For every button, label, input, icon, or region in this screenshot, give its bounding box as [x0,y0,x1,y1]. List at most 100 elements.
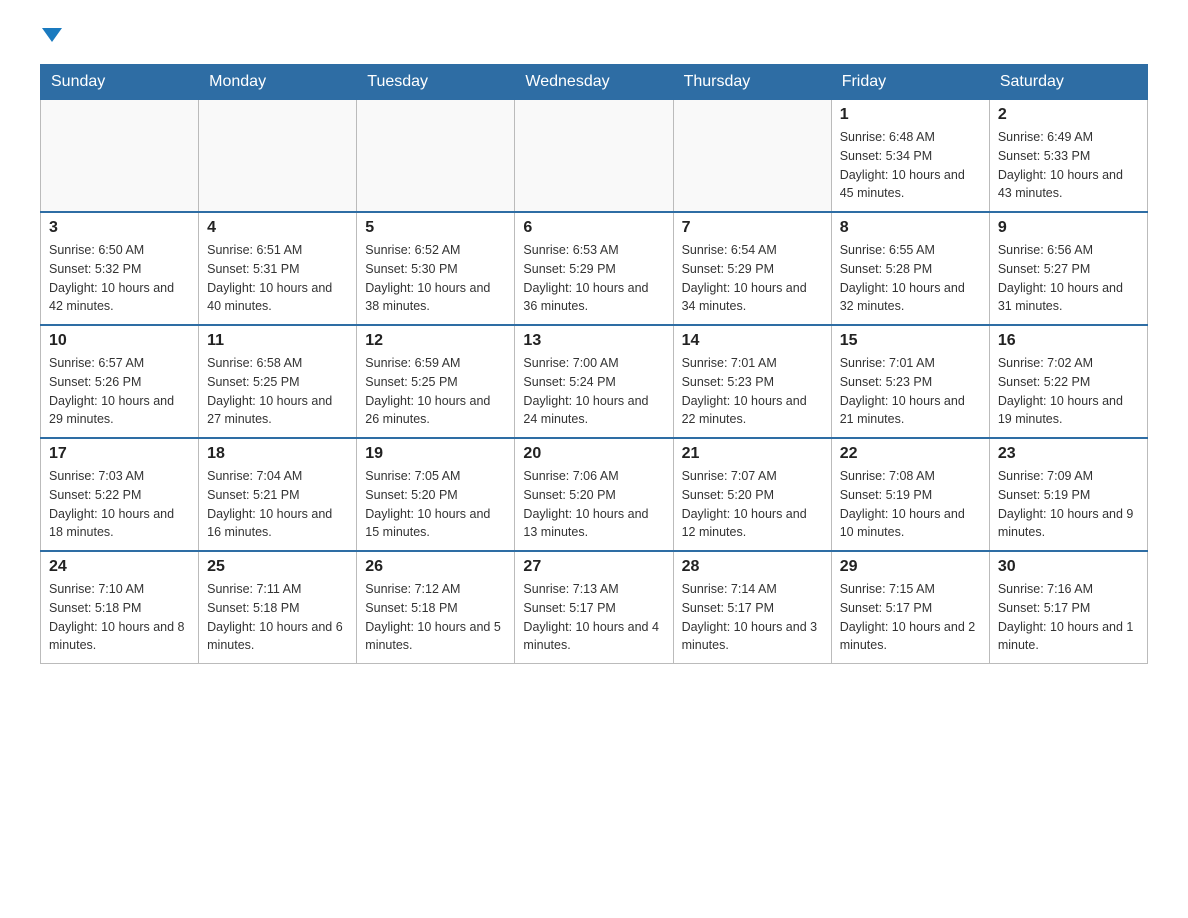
calendar-cell: 11 Sunrise: 6:58 AMSunset: 5:25 PMDayligh… [199,325,357,438]
day-info: Sunrise: 7:13 AMSunset: 5:17 PMDaylight:… [523,580,664,655]
day-info: Sunrise: 6:58 AMSunset: 5:25 PMDaylight:… [207,354,348,429]
day-number: 24 [49,558,190,576]
calendar-cell: 9 Sunrise: 6:56 AMSunset: 5:27 PMDaylight… [989,212,1147,325]
calendar-cell: 23Sunrise: 7:09 AMSunset: 5:19 PMDayligh… [989,438,1147,551]
calendar-cell: 18 Sunrise: 7:04 AMSunset: 5:21 PMDayligh… [199,438,357,551]
calendar-cell [673,100,831,213]
calendar-cell [41,100,199,213]
calendar-cell [357,100,515,213]
calendar-cell: 26 Sunrise: 7:12 AMSunset: 5:18 PMDayligh… [357,551,515,664]
calendar-cell: 3Sunrise: 6:50 AMSunset: 5:32 PMDaylight… [41,212,199,325]
day-number: 22 [840,445,981,463]
calendar-cell: 15Sunrise: 7:01 AMSunset: 5:23 PMDayligh… [831,325,989,438]
calendar-cell: 4 Sunrise: 6:51 AMSunset: 5:31 PMDaylight… [199,212,357,325]
calendar-week-row: 3Sunrise: 6:50 AMSunset: 5:32 PMDaylight… [41,212,1148,325]
calendar-cell: 13 Sunrise: 7:00 AMSunset: 5:24 PMDayligh… [515,325,673,438]
day-info: Sunrise: 7:15 AMSunset: 5:17 PMDaylight:… [840,580,981,655]
day-info: Sunrise: 6:59 AMSunset: 5:25 PMDaylight:… [365,354,506,429]
weekday-header-wednesday: Wednesday [515,65,673,100]
day-info: Sunrise: 7:01 AMSunset: 5:23 PMDaylight:… [682,354,823,429]
day-info: Sunrise: 6:55 AMSunset: 5:28 PMDaylight:… [840,241,981,316]
calendar-cell: 5 Sunrise: 6:52 AMSunset: 5:30 PMDaylight… [357,212,515,325]
calendar-cell: 1Sunrise: 6:48 AMSunset: 5:34 PMDaylight… [831,100,989,213]
calendar-cell: 25 Sunrise: 7:11 AMSunset: 5:18 PMDayligh… [199,551,357,664]
day-info: Sunrise: 6:56 AMSunset: 5:27 PMDaylight:… [998,241,1139,316]
day-info: Sunrise: 6:50 AMSunset: 5:32 PMDaylight:… [49,241,190,316]
day-number: 1 [840,106,981,124]
day-info: Sunrise: 7:04 AMSunset: 5:21 PMDaylight:… [207,467,348,542]
calendar-cell [515,100,673,213]
day-info: Sunrise: 7:16 AMSunset: 5:17 PMDaylight:… [998,580,1139,655]
day-number: 28 [682,558,823,576]
day-number: 10 [49,332,190,350]
day-number: 7 [682,219,823,237]
day-number: 2 [998,106,1139,124]
calendar-cell: 22 Sunrise: 7:08 AMSunset: 5:19 PMDayligh… [831,438,989,551]
day-number: 6 [523,219,664,237]
day-info: Sunrise: 7:02 AMSunset: 5:22 PMDaylight:… [998,354,1139,429]
day-number: 8 [840,219,981,237]
calendar-week-row: 24 Sunrise: 7:10 AMSunset: 5:18 PMDayligh… [41,551,1148,664]
calendar-cell: 17 Sunrise: 7:03 AMSunset: 5:22 PMDayligh… [41,438,199,551]
weekday-header-sunday: Sunday [41,65,199,100]
calendar-week-row: 1Sunrise: 6:48 AMSunset: 5:34 PMDaylight… [41,100,1148,213]
calendar-cell: 2 Sunrise: 6:49 AMSunset: 5:33 PMDaylight… [989,100,1147,213]
day-number: 29 [840,558,981,576]
day-info: Sunrise: 6:54 AMSunset: 5:29 PMDaylight:… [682,241,823,316]
day-info: Sunrise: 6:49 AMSunset: 5:33 PMDaylight:… [998,128,1139,203]
calendar-cell: 16 Sunrise: 7:02 AMSunset: 5:22 PMDayligh… [989,325,1147,438]
calendar-week-row: 10 Sunrise: 6:57 AMSunset: 5:26 PMDayligh… [41,325,1148,438]
day-info: Sunrise: 7:12 AMSunset: 5:18 PMDaylight:… [365,580,506,655]
page-header [40,30,1148,44]
weekday-header-tuesday: Tuesday [357,65,515,100]
calendar-cell: 28 Sunrise: 7:14 AMSunset: 5:17 PMDayligh… [673,551,831,664]
day-info: Sunrise: 7:01 AMSunset: 5:23 PMDaylight:… [840,354,981,429]
day-info: Sunrise: 7:11 AMSunset: 5:18 PMDaylight:… [207,580,348,655]
day-number: 4 [207,219,348,237]
day-info: Sunrise: 7:14 AMSunset: 5:17 PMDaylight:… [682,580,823,655]
weekday-header-saturday: Saturday [989,65,1147,100]
weekday-header-thursday: Thursday [673,65,831,100]
calendar-cell: 27 Sunrise: 7:13 AMSunset: 5:17 PMDayligh… [515,551,673,664]
day-number: 5 [365,219,506,237]
day-number: 9 [998,219,1139,237]
day-info: Sunrise: 7:03 AMSunset: 5:22 PMDaylight:… [49,467,190,542]
day-number: 19 [365,445,506,463]
day-number: 23 [998,445,1139,463]
calendar-cell [199,100,357,213]
calendar-cell: 24 Sunrise: 7:10 AMSunset: 5:18 PMDayligh… [41,551,199,664]
day-number: 21 [682,445,823,463]
day-info: Sunrise: 7:08 AMSunset: 5:19 PMDaylight:… [840,467,981,542]
day-number: 12 [365,332,506,350]
calendar-cell: 21 Sunrise: 7:07 AMSunset: 5:20 PMDayligh… [673,438,831,551]
day-number: 27 [523,558,664,576]
calendar-cell: 6 Sunrise: 6:53 AMSunset: 5:29 PMDaylight… [515,212,673,325]
day-info: Sunrise: 7:05 AMSunset: 5:20 PMDaylight:… [365,467,506,542]
day-number: 26 [365,558,506,576]
day-info: Sunrise: 6:51 AMSunset: 5:31 PMDaylight:… [207,241,348,316]
weekday-header-friday: Friday [831,65,989,100]
logo-triangle-icon [42,28,62,42]
day-info: Sunrise: 7:07 AMSunset: 5:20 PMDaylight:… [682,467,823,542]
calendar-cell: 20Sunrise: 7:06 AMSunset: 5:20 PMDayligh… [515,438,673,551]
day-info: Sunrise: 7:06 AMSunset: 5:20 PMDaylight:… [523,467,664,542]
day-info: Sunrise: 6:57 AMSunset: 5:26 PMDaylight:… [49,354,190,429]
day-info: Sunrise: 7:10 AMSunset: 5:18 PMDaylight:… [49,580,190,655]
calendar-cell: 19 Sunrise: 7:05 AMSunset: 5:20 PMDayligh… [357,438,515,551]
day-number: 30 [998,558,1139,576]
day-info: Sunrise: 6:52 AMSunset: 5:30 PMDaylight:… [365,241,506,316]
day-number: 16 [998,332,1139,350]
day-number: 11 [207,332,348,350]
day-number: 13 [523,332,664,350]
weekday-header-monday: Monday [199,65,357,100]
day-number: 14 [682,332,823,350]
calendar-week-row: 17 Sunrise: 7:03 AMSunset: 5:22 PMDayligh… [41,438,1148,551]
day-info: Sunrise: 7:00 AMSunset: 5:24 PMDaylight:… [523,354,664,429]
day-number: 17 [49,445,190,463]
day-number: 25 [207,558,348,576]
calendar-cell: 7 Sunrise: 6:54 AMSunset: 5:29 PMDaylight… [673,212,831,325]
day-number: 18 [207,445,348,463]
day-info: Sunrise: 6:53 AMSunset: 5:29 PMDaylight:… [523,241,664,316]
calendar-cell: 30 Sunrise: 7:16 AMSunset: 5:17 PMDayligh… [989,551,1147,664]
weekday-header-row: SundayMondayTuesdayWednesdayThursdayFrid… [41,65,1148,100]
